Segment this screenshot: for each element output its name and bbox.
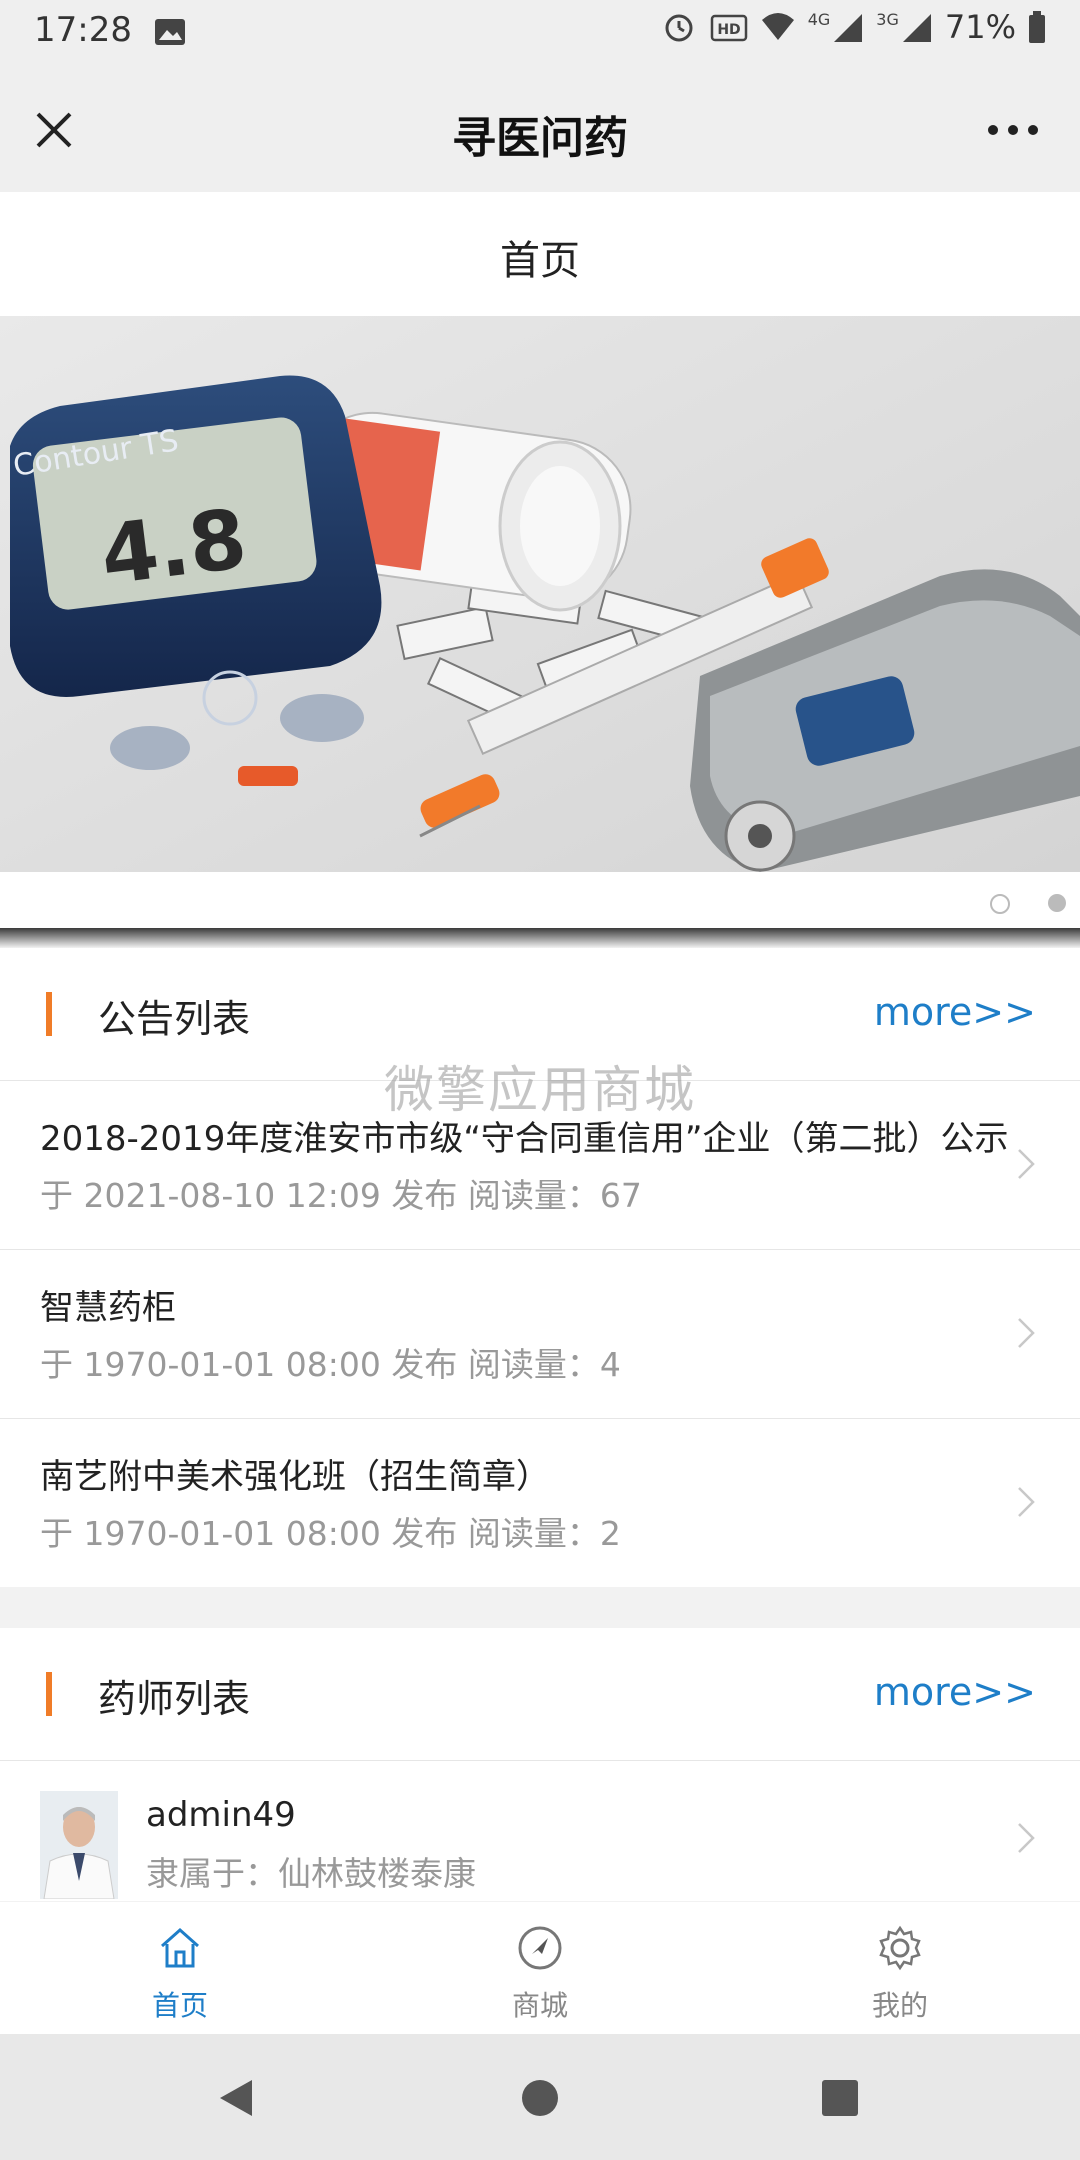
announcement-item-meta: 于 1970-01-01 08:00 发布 阅读量：4	[40, 1345, 621, 1384]
pharmacist-title: 药师列表	[98, 1677, 251, 1721]
compass-icon	[518, 1926, 562, 1970]
pharmacist-section: 药师列表 more>> admin49 隶属于：仙林鼓楼泰康	[0, 1628, 1080, 1901]
page-title: 首页	[500, 238, 580, 284]
announcement-item-meta: 于 1970-01-01 08:00 发布 阅读量：2	[40, 1514, 621, 1553]
more-options-icon[interactable]	[986, 122, 1040, 138]
chevron-right-icon	[1018, 1149, 1035, 1179]
section-marker	[46, 1672, 52, 1716]
banner-carousel[interactable]: Contour TS 4.8	[0, 316, 1080, 872]
section-marker	[46, 992, 52, 1036]
banner-indicator-strip	[0, 872, 1080, 928]
status-icons: HD 4G 3G 71%	[662, 8, 1046, 46]
status-time: 17:28	[34, 10, 132, 50]
announcement-item[interactable]: 南艺附中美术强化班（招生简章） 于 1970-01-01 08:00 发布 阅读…	[0, 1419, 1080, 1587]
home-icon	[161, 1927, 199, 1968]
announcement-title: 公告列表	[98, 997, 251, 1041]
battery-icon	[1029, 11, 1045, 43]
hd-label: HD	[717, 22, 740, 38]
chevron-right-icon	[1018, 1487, 1035, 1517]
announcement-section: 公告列表 more>> 2018-2019年度淮安市市级“守合同重信用”企业（第…	[0, 948, 1080, 1587]
network-4g-label: 4G	[807, 9, 831, 29]
tab-home[interactable]: 首页	[0, 1902, 360, 2034]
pharmacist-item[interactable]: admin49 隶属于：仙林鼓楼泰康	[0, 1761, 1080, 1901]
pharmacist-name: admin49	[146, 1795, 296, 1835]
chevron-right-icon	[1018, 1823, 1035, 1853]
system-nav-bar	[0, 2034, 1080, 2160]
announcement-item[interactable]: 智慧药柜 于 1970-01-01 08:00 发布 阅读量：4	[0, 1250, 1080, 1419]
tab-mall[interactable]: 商城	[360, 1902, 720, 2034]
pharmacist-header: 药师列表 more>>	[0, 1628, 1080, 1761]
back-icon[interactable]	[212, 2074, 260, 2122]
alarm-icon	[665, 14, 693, 42]
banner-divider	[0, 928, 1080, 948]
banner-dot-2[interactable]	[1048, 894, 1066, 912]
announcement-item-meta: 于 2021-08-10 12:09 发布 阅读量：67	[40, 1176, 642, 1215]
gear-icon	[879, 1925, 921, 1971]
pharmacist-org: 隶属于：仙林鼓楼泰康	[146, 1854, 476, 1893]
recents-icon[interactable]	[816, 2074, 864, 2122]
pharmacist-more-link[interactable]: more>>	[874, 1670, 1036, 1714]
battery-percent: 71%	[944, 8, 1016, 46]
hd-icon: HD	[710, 14, 747, 42]
tab-home-label: 首页	[151, 1989, 208, 2022]
status-bar: 17:28 HD 4G 3G 71%	[0, 0, 1080, 64]
avatar	[40, 1791, 118, 1899]
app-title: 寻医问药	[452, 113, 628, 164]
pharmacist-photo	[40, 1791, 118, 1899]
tab-mall-label: 商城	[511, 1989, 568, 2022]
signal-icon-2	[902, 14, 931, 42]
title-bar: 寻医问药	[0, 64, 1080, 192]
banner-image: Contour TS 4.8	[0, 316, 1080, 872]
meter-reading: 4.8	[96, 492, 252, 604]
watermark: 微擎应用商城	[384, 1061, 696, 1119]
home-circle-icon[interactable]	[516, 2074, 564, 2122]
tab-mine-label: 我的	[871, 1989, 928, 2022]
page-header: 首页	[0, 192, 1080, 317]
announcement-item-title: 智慧药柜	[40, 1288, 176, 1328]
banner-dot-1[interactable]	[990, 894, 1010, 914]
wifi-icon	[761, 13, 794, 40]
tab-mine[interactable]: 我的	[720, 1902, 1080, 2034]
bottom-tab-bar: 首页 商城 我的	[0, 1902, 1080, 2034]
image-icon	[155, 19, 185, 45]
chevron-right-icon	[1018, 1318, 1035, 1348]
network-3g-label: 3G	[876, 9, 899, 29]
announcement-item-title: 南艺附中美术强化班（招生简章）	[40, 1457, 550, 1497]
announcement-more-link[interactable]: more>>	[874, 990, 1036, 1034]
signal-icon	[834, 14, 863, 42]
